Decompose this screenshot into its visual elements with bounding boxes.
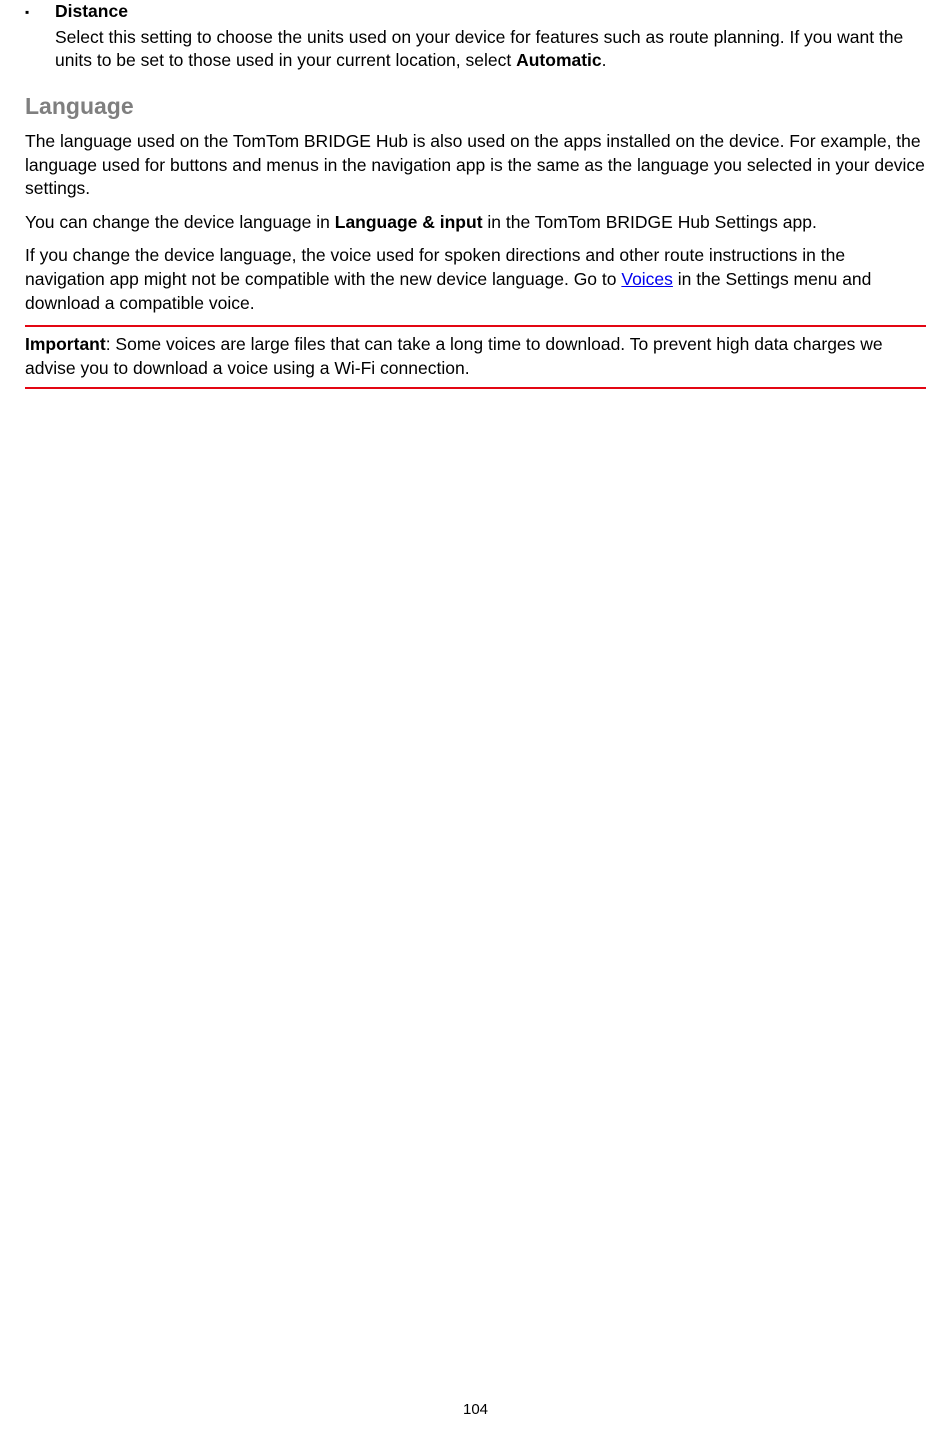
distance-heading: Distance xyxy=(55,0,926,24)
language-para3: If you change the device language, the v… xyxy=(25,244,926,315)
important-notice-text: Important: Some voices are large files t… xyxy=(25,333,926,380)
important-notice-box: Important: Some voices are large files t… xyxy=(25,325,926,388)
bullet-marker: ▪ xyxy=(25,0,55,73)
distance-automatic-bold: Automatic xyxy=(516,50,602,70)
language-para1: The language used on the TomTom BRIDGE H… xyxy=(25,130,926,201)
distance-content: Distance Select this setting to choose t… xyxy=(55,0,926,73)
language-para2-part1: You can change the device language in xyxy=(25,212,335,232)
page-number: 104 xyxy=(0,1400,951,1420)
distance-setting-item: ▪ Distance Select this setting to choose… xyxy=(25,0,926,73)
language-input-bold: Language & input xyxy=(335,212,483,232)
distance-text-part1: Select this setting to choose the units … xyxy=(55,27,903,71)
language-section-heading: Language xyxy=(25,91,926,122)
language-para2-part2: in the TomTom BRIDGE Hub Settings app. xyxy=(483,212,817,232)
distance-description: Select this setting to choose the units … xyxy=(55,26,926,73)
voices-link[interactable]: Voices xyxy=(621,269,673,289)
distance-text-part2: . xyxy=(602,50,607,70)
language-para2: You can change the device language in La… xyxy=(25,211,926,235)
important-label: Important xyxy=(25,334,106,354)
important-body: : Some voices are large files that can t… xyxy=(25,334,883,378)
